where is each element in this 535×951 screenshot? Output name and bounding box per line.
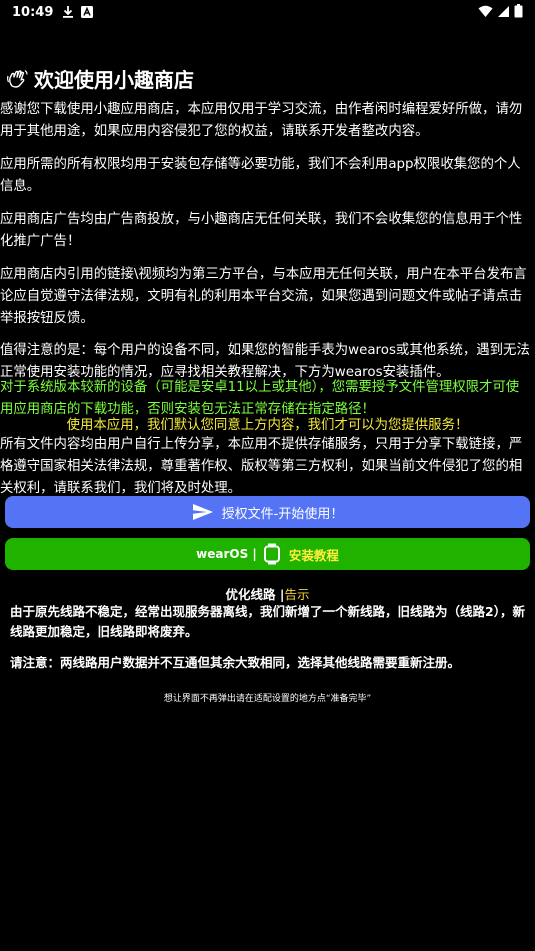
- text-notification-icon: [80, 5, 94, 19]
- waving-hand-icon: [6, 68, 28, 90]
- copyright-paragraph: 所有文件内容均由用户自行上传分享，本应用不提供存储服务，只用于分享下载链接，严格…: [0, 437, 523, 496]
- dismiss-tip: 想让界面不再弹出请在适配设置的地方点“准备完毕”: [163, 694, 372, 704]
- authorize-start-button[interactable]: 授权文件-开始使用！: [5, 496, 530, 528]
- status-time: 10:49: [12, 4, 54, 20]
- notice-label: 告示: [284, 587, 310, 602]
- ads-paragraph: 应用商店广告均由广告商投放，与小趣商店无任何关联，我们不会收集您的信息用于个性化…: [0, 212, 523, 249]
- intro-paragraph: 感谢您下载使用小趣应用商店，本应用仅用于学习交流，由作者闲时编程爱好所做，请勿用…: [0, 102, 523, 139]
- install-tutorial-label: 安装教程: [288, 547, 339, 563]
- page-title: 欢迎使用小趣商店: [34, 68, 194, 92]
- wearos-install-tutorial-button[interactable]: wearOS | 安装教程: [5, 538, 530, 570]
- wifi-icon: [478, 3, 493, 22]
- send-icon: [192, 503, 214, 521]
- status-bar: 10:49: [0, 0, 535, 24]
- smartwatch-icon: [263, 543, 281, 565]
- permission-paragraph: 应用所需的所有权限均用于安装包存储等必要功能，我们不会利用app权限收集您的个人…: [0, 157, 521, 194]
- authorize-button-label: 授权文件-开始使用！: [221, 506, 344, 522]
- battery-icon: [514, 3, 523, 22]
- route-change-note: 由于原先线路不稳定，经常出现服务器离线，我们新增了一个新线路，旧线路为（线路2）…: [10, 604, 525, 639]
- welcome-header: 欢迎使用小趣商店: [6, 64, 194, 93]
- signal-icon: [497, 3, 510, 22]
- third-party-paragraph: 应用商店内引用的链接\视频均为第三方平台，与本应用无任何关联，用户在本平台发布言…: [0, 267, 527, 326]
- route-data-note: 请注意：两线路用户数据并不互通但其余大致相同，选择其他线路需要重新注册。: [10, 655, 461, 670]
- wearos-label: wearOS |: [196, 547, 257, 561]
- route-notice-header: 优化线路 |告示: [0, 584, 535, 603]
- optimized-route-label: 优化线路 |: [225, 587, 285, 602]
- download-icon: [61, 5, 75, 19]
